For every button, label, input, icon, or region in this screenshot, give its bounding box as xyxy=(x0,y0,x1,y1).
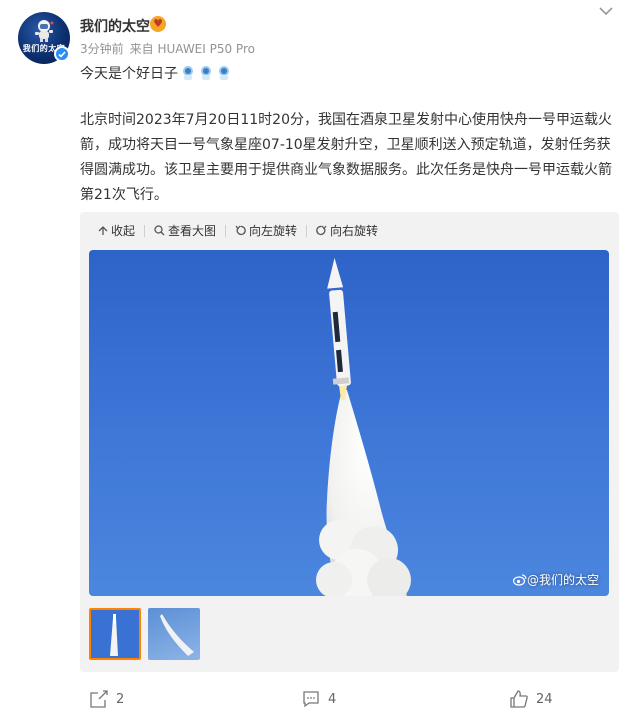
watermark-text: @我们的太空 xyxy=(526,573,599,587)
comment-button[interactable]: 4 xyxy=(302,690,336,708)
view-large-label: 查看大图 xyxy=(168,224,217,238)
emoji-icon xyxy=(201,66,211,80)
post-body: 北京时间2023年7月20日11时20分，我国在酒泉卫星发射中心使用快舟一号甲运… xyxy=(80,112,612,203)
status-text: 今天是个好日子 xyxy=(80,66,178,82)
weibo-logo-icon xyxy=(512,573,527,586)
share-icon xyxy=(90,690,108,708)
zoom-icon xyxy=(154,225,165,236)
fan-badge-icon[interactable]: ♥ xyxy=(150,16,166,32)
comment-count: 4 xyxy=(328,691,337,707)
rocket-illustration xyxy=(316,257,411,596)
action-bar: 2 4 24 xyxy=(0,690,627,714)
repost-button[interactable]: 2 xyxy=(90,690,124,708)
collapse-icon xyxy=(98,225,108,235)
rocket-launch-photo[interactable]: @我们的太空 xyxy=(89,250,609,596)
thumbnail-1[interactable] xyxy=(89,608,141,660)
like-icon xyxy=(510,690,528,708)
post-meta: 3分钟前 来自 HUAWEI P50 Pro xyxy=(80,40,255,57)
post-source: 来自 HUAWEI P50 Pro xyxy=(129,42,255,56)
view-large-button[interactable]: 查看大图 xyxy=(154,222,216,239)
rotate-right-button[interactable]: 向右旋转 xyxy=(316,222,378,239)
like-count: 24 xyxy=(536,691,553,707)
rotate-right-icon xyxy=(316,225,327,236)
image-watermark: @我们的太空 xyxy=(512,571,599,588)
rotate-left-icon xyxy=(235,225,246,236)
thumbnail-2[interactable] xyxy=(148,608,200,660)
user-name[interactable]: 我们的太空 xyxy=(80,16,150,36)
like-button[interactable]: 24 xyxy=(510,690,553,708)
collapse-label: 收起 xyxy=(111,224,136,238)
post-time[interactable]: 3分钟前 xyxy=(80,42,124,56)
toolbar-divider xyxy=(306,224,308,237)
repost-count: 2 xyxy=(116,691,125,707)
media-toolbar: 收起 查看大图 向左旋转 向右旋转 xyxy=(98,222,378,239)
rotate-left-button[interactable]: 向左旋转 xyxy=(235,222,297,239)
comment-icon xyxy=(303,691,319,708)
emoji-icon xyxy=(183,66,193,80)
collapse-button[interactable]: 收起 xyxy=(98,222,135,239)
toolbar-divider xyxy=(144,224,146,237)
verified-icon xyxy=(54,46,70,62)
post-status: 今天是个好日子 xyxy=(80,63,232,83)
chevron-down-icon[interactable] xyxy=(599,6,613,16)
toolbar-divider xyxy=(225,224,227,237)
rotate-left-label: 向左旋转 xyxy=(249,224,298,238)
media-panel: 收起 查看大图 向左旋转 向右旋转 @我们的太空 xyxy=(80,212,619,672)
rotate-right-label: 向右旋转 xyxy=(330,224,379,238)
astronaut-icon xyxy=(35,20,54,42)
emoji-icon xyxy=(219,66,229,80)
